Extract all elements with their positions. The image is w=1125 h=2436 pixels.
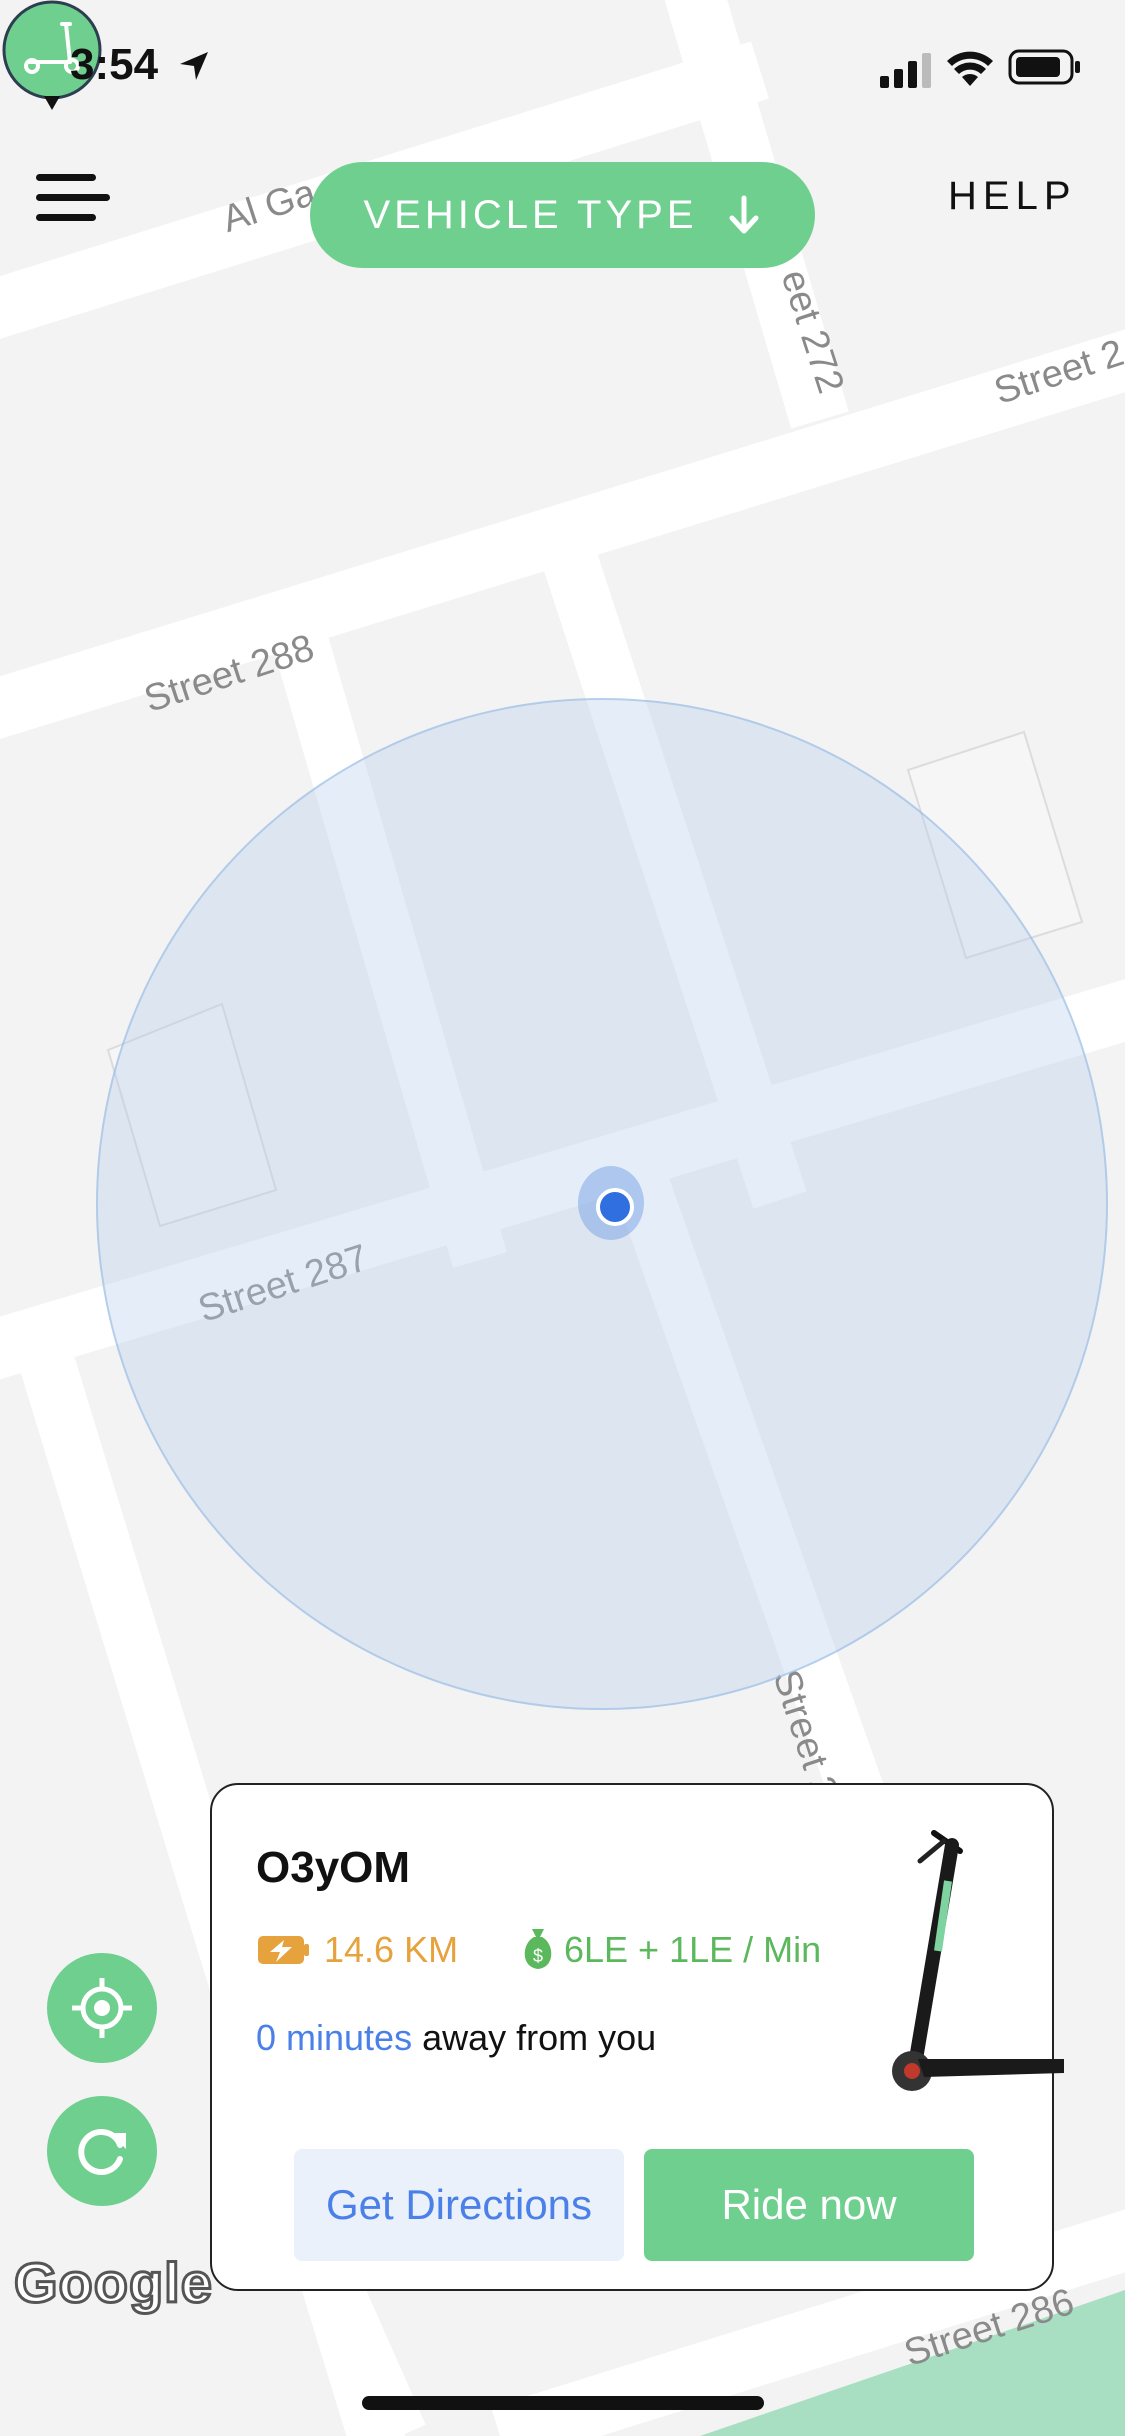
status-time: 3:54 bbox=[70, 40, 159, 89]
menu-button[interactable] bbox=[36, 168, 110, 228]
vehicle-type-label: VEHICLE TYPE bbox=[363, 192, 698, 237]
user-location-dot bbox=[596, 1188, 634, 1226]
distance-away-text: 0 minutes away from you bbox=[256, 2017, 656, 2059]
refresh-button[interactable] bbox=[47, 2096, 157, 2206]
home-indicator[interactable] bbox=[362, 2396, 764, 2410]
refresh-icon bbox=[78, 2129, 126, 2175]
away-suffix: away from you bbox=[412, 2017, 657, 2058]
money-bag-icon: $ bbox=[524, 1929, 552, 1969]
vehicle-range: 14.6 KM bbox=[324, 1929, 459, 1970]
scooter-image bbox=[892, 1830, 1064, 2091]
away-minutes: 0 minutes bbox=[256, 2017, 413, 2058]
signal-icon bbox=[880, 53, 931, 88]
menu-icon-bar-top bbox=[36, 174, 96, 181]
locate-icon bbox=[72, 1978, 132, 2038]
vehicle-name: O3yOM bbox=[256, 1843, 411, 1892]
vehicle-type-button[interactable]: VEHICLE TYPE bbox=[310, 162, 815, 268]
help-button[interactable]: HELP bbox=[948, 174, 1077, 219]
locate-button[interactable] bbox=[47, 1953, 157, 2063]
ride-now-button[interactable]: Ride now bbox=[644, 2149, 974, 2261]
menu-icon-bar-bottom bbox=[36, 214, 96, 221]
navigation-arrow-icon bbox=[180, 52, 208, 80]
vehicle-card: O3yOM 14.6 KM $ 6LE + 1LE / Min 0 minute… bbox=[210, 1783, 1064, 2291]
menu-icon-bar-middle bbox=[36, 194, 110, 201]
vehicle-price: 6LE + 1LE / Min bbox=[564, 1929, 822, 1970]
battery-bolt-icon bbox=[258, 1936, 309, 1964]
status-bar: 3:54 bbox=[0, 0, 1125, 140]
get-directions-button[interactable]: Get Directions bbox=[294, 2149, 624, 2261]
wifi-icon bbox=[947, 51, 993, 86]
google-logo: Google bbox=[13, 2250, 214, 2316]
arrow-down-icon bbox=[729, 195, 759, 234]
svg-text:$: $ bbox=[533, 1946, 543, 1966]
battery-icon bbox=[1008, 49, 1080, 85]
